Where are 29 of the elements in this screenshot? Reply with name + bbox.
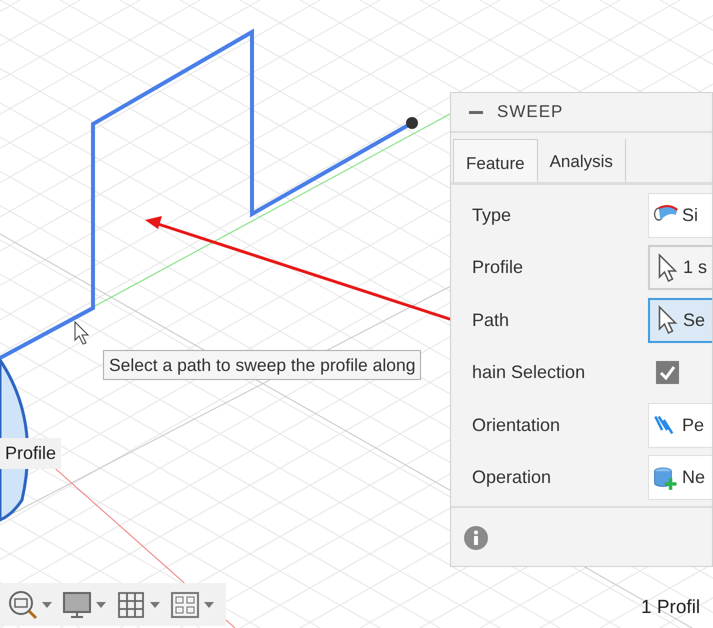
dropdown[interactable]: Ne: [648, 455, 712, 500]
checkbox[interactable]: [656, 361, 679, 384]
status-text: 1 Profil: [641, 596, 700, 620]
tooltip: Select a path to sweep the profile along: [103, 350, 422, 380]
grid-icon[interactable]: [116, 590, 146, 620]
caret-icon[interactable]: [96, 602, 106, 608]
monitor-icon[interactable]: [62, 590, 92, 620]
caret-icon[interactable]: [42, 602, 52, 608]
collapse-icon[interactable]: [469, 110, 483, 114]
panel-title: SWEEP: [497, 101, 564, 124]
field-label: hain Selection: [472, 361, 586, 384]
field-label: Type: [472, 204, 512, 227]
profile-label: Profile: [0, 438, 62, 469]
zoom-icon[interactable]: [8, 590, 38, 620]
info-icon: [463, 525, 489, 551]
tab[interactable]: Analysis: [538, 139, 626, 182]
dropdown[interactable]: Pe: [648, 402, 712, 448]
tab[interactable]: Feature: [453, 139, 538, 182]
field-label: Path: [472, 308, 510, 332]
caret-icon[interactable]: [150, 602, 160, 608]
cursor-icon: [74, 320, 90, 345]
layout-icon[interactable]: [170, 590, 200, 620]
caret-icon[interactable]: [204, 602, 214, 608]
selection-button[interactable]: 1 s: [648, 245, 712, 290]
field-label: Orientation: [472, 414, 562, 437]
field-label: Operation: [472, 466, 552, 490]
field-label: Profile: [472, 256, 524, 280]
dropdown[interactable]: Si: [648, 192, 712, 238]
selection-button[interactable]: Se: [648, 298, 712, 343]
